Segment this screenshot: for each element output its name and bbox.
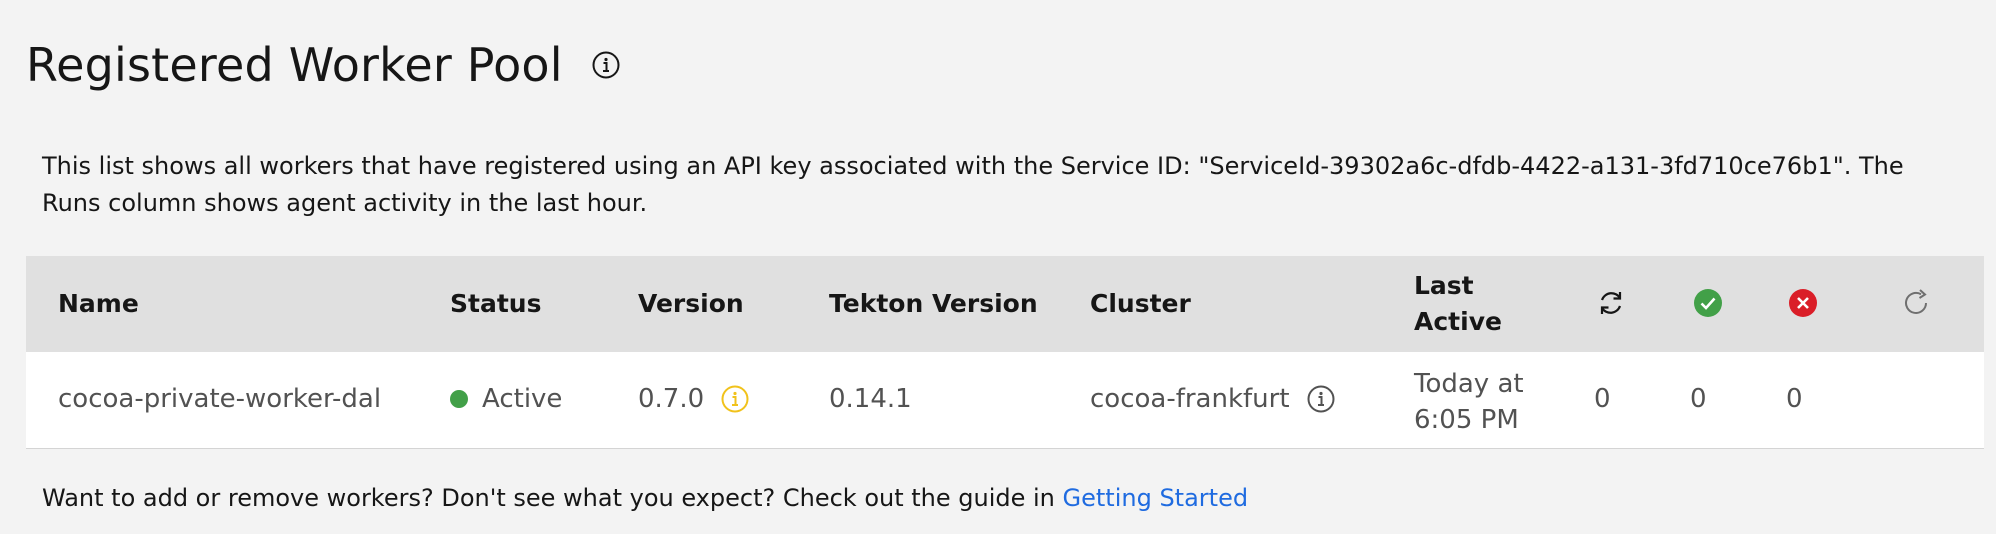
warning-info-icon[interactable] <box>720 384 750 414</box>
column-header-name[interactable]: Name <box>58 289 139 318</box>
cluster-cell: cocoa-frankfurt <box>1090 384 1336 414</box>
version-cell: 0.7.0 <box>638 384 750 414</box>
runs-count: 0 <box>1594 384 1611 414</box>
getting-started-link[interactable]: Getting Started <box>1063 484 1249 512</box>
worker-name: cocoa-private-worker-dal <box>58 384 382 414</box>
succeeded-count: 0 <box>1690 384 1707 414</box>
page-description: This list shows all workers that have re… <box>42 152 1904 217</box>
sync-icon <box>1594 286 1628 320</box>
table-row[interactable]: cocoa-private-worker-dal Active 0.7.0 0.… <box>26 352 1984 449</box>
failed-count: 0 <box>1786 384 1803 414</box>
column-header-tekton-version[interactable]: Tekton Version <box>829 289 1038 318</box>
active-status-dot-icon <box>450 390 468 408</box>
info-icon[interactable] <box>591 50 621 80</box>
checkmark-filled-icon <box>1691 286 1725 320</box>
table-header: Name Status Version Tekton Version Clust… <box>26 256 1984 352</box>
info-icon[interactable] <box>1306 384 1336 414</box>
help-text-prefix: Want to add or remove workers? Don't see… <box>42 484 1063 512</box>
column-header-version[interactable]: Version <box>638 289 744 318</box>
page-header: Registered Worker Pool <box>26 38 621 92</box>
help-text: Want to add or remove workers? Don't see… <box>42 484 1248 512</box>
error-filled-icon <box>1786 286 1820 320</box>
worker-table: Name Status Version Tekton Version Clust… <box>26 256 1984 449</box>
column-header-status[interactable]: Status <box>450 289 541 318</box>
column-header-last-active[interactable]: Last Active <box>1414 268 1514 340</box>
version-value: 0.7.0 <box>638 384 705 414</box>
tekton-version-value: 0.14.1 <box>829 384 912 414</box>
column-header-cluster[interactable]: Cluster <box>1090 289 1191 318</box>
status-cell: Active <box>450 384 562 414</box>
cluster-value: cocoa-frankfurt <box>1090 384 1290 414</box>
refresh-icon[interactable] <box>1900 286 1934 320</box>
last-active-value: Today at 6:05 PM <box>1414 369 1524 435</box>
page-title: Registered Worker Pool <box>26 38 563 92</box>
status-label: Active <box>482 384 563 414</box>
worker-pool-page: Registered Worker Pool This list shows a… <box>0 0 1996 534</box>
